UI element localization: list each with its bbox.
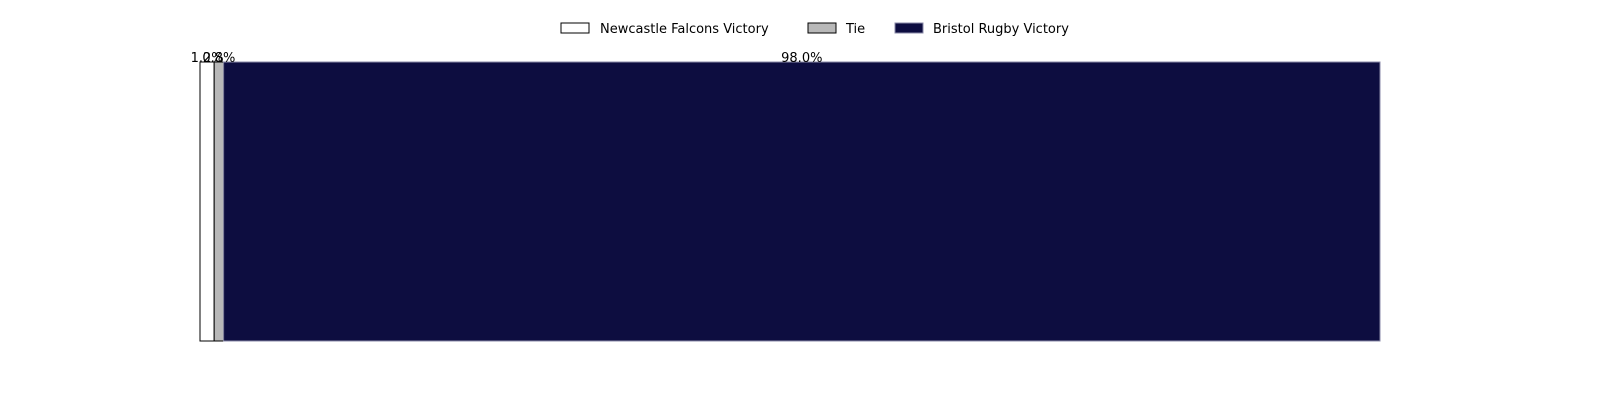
legend-label-2: Tie xyxy=(845,22,865,37)
bar-segment-2 xyxy=(213,61,225,342)
value-label-3: 98.0% xyxy=(781,51,822,66)
legend-swatch-3 xyxy=(894,22,924,34)
value-label-2: 0.8% xyxy=(202,51,235,66)
probability-chart: Newcastle Falcons Victory Tie Bristol Rugb… xyxy=(191,22,1381,342)
bar-segment-1 xyxy=(199,61,215,342)
legend-label-3: Bristol Rugby Victory xyxy=(933,22,1069,37)
legend-swatch-2 xyxy=(807,22,837,34)
legend-label-1: Newcastle Falcons Victory xyxy=(600,22,769,37)
legend-swatch-1 xyxy=(560,22,590,34)
bar-segment-3 xyxy=(223,61,1381,342)
stacked-bar xyxy=(199,61,1381,342)
chart-legend: Newcastle Falcons Victory Tie Bristol Rugb… xyxy=(560,22,1069,37)
